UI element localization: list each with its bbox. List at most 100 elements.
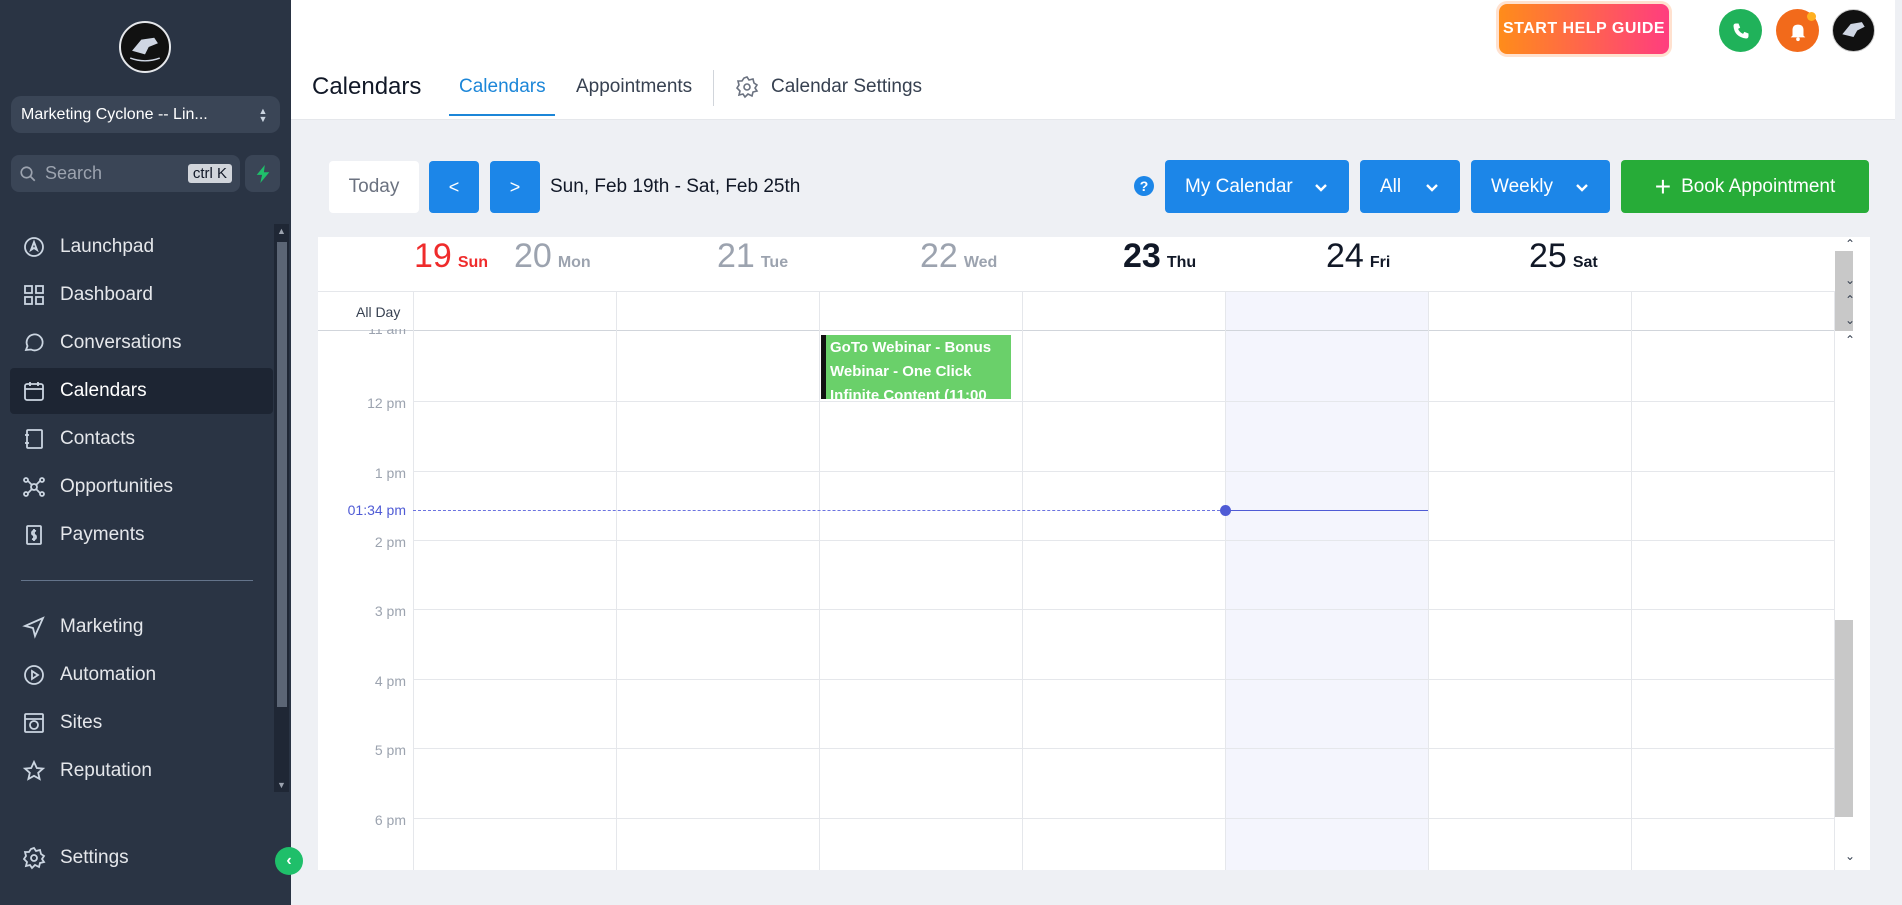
sidebar-item-reputation[interactable]: Reputation [10, 748, 273, 794]
next-week-button[interactable]: > [490, 161, 540, 213]
hour-line [413, 818, 1834, 819]
receipt-icon [26, 525, 42, 545]
sidebar-item-label: Settings [60, 847, 129, 868]
sidebar-item-contacts[interactable]: Contacts [10, 416, 273, 462]
day-name: Fri [1369, 254, 1391, 271]
sidebar: Marketing Cyclone -- Lin... ▲ ▼ Search ct… [0, 0, 291, 905]
hour-line [413, 748, 1834, 749]
day-header-tue[interactable]: 21 Tue [703, 237, 906, 291]
column-divider [616, 291, 617, 870]
scroll-up-icon[interactable]: ⌃ [1835, 237, 1865, 251]
scrollbar-thumb[interactable] [277, 242, 287, 707]
hour-line [413, 401, 1834, 402]
hour-line [413, 679, 1834, 680]
time-label-5pm: 5 pm [374, 742, 406, 758]
contact-book-icon [25, 429, 43, 449]
notification-dot [1807, 12, 1816, 21]
help-question-icon[interactable]: ? [1134, 176, 1154, 196]
day-name: Wed [963, 254, 998, 271]
scroll-up-icon[interactable]: ⌃ [1835, 293, 1865, 307]
current-time-guide [413, 510, 1225, 511]
sidebar-item-label: Automation [60, 664, 157, 685]
notifications-button[interactable] [1776, 9, 1819, 52]
grid-icon [24, 285, 44, 305]
globe-window-icon [24, 713, 44, 733]
send-icon [22, 616, 45, 639]
user-avatar[interactable] [1832, 9, 1875, 52]
date-range: Sun, Feb 19th - Sat, Feb 25th [550, 176, 801, 197]
collapse-sidebar-button[interactable]: ‹ [275, 847, 303, 875]
sidebar-item-label: Calendars [60, 380, 147, 401]
network-icon [23, 477, 45, 497]
day-name: Thu [1166, 254, 1197, 271]
scroll-up-icon[interactable]: ⌃ [1835, 333, 1865, 347]
start-help-guide-button[interactable]: START HELP GUIDE [1499, 4, 1669, 54]
previous-week-button[interactable]: < [429, 161, 479, 213]
day-name: Sun [457, 254, 489, 271]
day-number: 19 [414, 237, 452, 275]
company-logo[interactable] [119, 21, 171, 73]
chevron-updown-icon: ▲ ▼ [258, 105, 268, 124]
calendar-select[interactable]: My Calendar [1165, 160, 1349, 213]
logo-icon [122, 24, 168, 70]
play-circle-icon [24, 665, 44, 685]
view-select[interactable]: Weekly [1471, 160, 1610, 213]
tab-calendar-settings[interactable]: Calendar Settings [735, 75, 922, 99]
sidebar-item-conversations[interactable]: Conversations [10, 320, 273, 366]
sidebar-item-opportunities[interactable]: Opportunities [10, 464, 273, 510]
calendar-scrollbar-thumb[interactable] [1835, 620, 1853, 817]
phone-button[interactable] [1719, 9, 1762, 52]
today-button[interactable]: Today [329, 161, 419, 213]
book-appointment-label: Book Appointment [1681, 175, 1836, 197]
sidebar-item-automation[interactable]: Automation [10, 652, 273, 698]
sidebar-item-label: Payments [60, 524, 145, 545]
time-label-3pm: 3 pm [374, 603, 406, 619]
scroll-down-icon[interactable]: ⌄ [1835, 273, 1865, 287]
sidebar-item-launchpad[interactable]: Launchpad [10, 224, 273, 270]
current-time-dot [1220, 505, 1231, 516]
time-label-text: 11 am [368, 329, 406, 337]
column-divider [1428, 291, 1429, 870]
event-goto-webinar[interactable]: GoTo Webinar - Bonus Webinar - One Click… [821, 335, 1011, 399]
filter-select[interactable]: All [1360, 160, 1460, 213]
search-input[interactable]: Search ctrl K [11, 155, 240, 192]
book-appointment-button[interactable]: + Book Appointment [1621, 160, 1869, 213]
star-icon [22, 759, 46, 781]
sidebar-item-marketing[interactable]: Marketing [10, 604, 273, 650]
calendar-settings-label: Calendar Settings [771, 76, 923, 97]
hour-line [413, 471, 1834, 472]
tab-calendars[interactable]: Calendars [459, 76, 546, 98]
day-header-wed[interactable]: 22 Wed [906, 237, 1109, 291]
sidebar-item-payments[interactable]: Payments [10, 512, 273, 558]
current-time-label: 01:34 pm [347, 502, 406, 518]
chevron-left-icon: ‹ [286, 852, 292, 869]
quick-actions-button[interactable] [245, 155, 280, 192]
sidebar-item-label: Sites [60, 712, 103, 733]
account-switcher[interactable]: Marketing Cyclone -- Lin... ▲ ▼ [11, 96, 280, 133]
today-column [1225, 331, 1428, 870]
current-time-line [1225, 510, 1428, 511]
day-number: 25 [1529, 237, 1567, 275]
sidebar-item-sites[interactable]: Sites [10, 700, 273, 746]
sidebar-scrollbar[interactable]: ▲ ▼ [274, 224, 289, 792]
day-name: Sat [1572, 254, 1598, 271]
all-day-row[interactable]: All Day [318, 291, 1835, 331]
plus-icon: + [1654, 170, 1672, 202]
avatar-icon [1833, 10, 1874, 51]
search-icon [20, 165, 36, 181]
day-header-fri[interactable]: 24 Fri [1312, 237, 1515, 291]
scroll-up-icon[interactable]: ▲ [274, 226, 289, 236]
tab-appointments[interactable]: Appointments [576, 76, 692, 98]
scroll-down-icon[interactable]: ▼ [274, 780, 289, 790]
sidebar-item-label: Reputation [60, 760, 152, 781]
hour-line [413, 609, 1834, 610]
scroll-down-icon[interactable]: ⌄ [1835, 849, 1865, 863]
sidebar-item-settings[interactable]: Settings [10, 835, 273, 881]
day-header-mon[interactable]: 20 Mon [500, 237, 703, 291]
day-header-sat[interactable]: 25 Sat [1515, 237, 1718, 291]
day-number: 20 [514, 237, 552, 275]
scroll-down-icon[interactable]: ⌄ [1835, 313, 1865, 327]
sidebar-item-dashboard[interactable]: Dashboard [10, 272, 273, 318]
day-header-thu[interactable]: 23 Thu [1109, 237, 1312, 291]
sidebar-item-calendars[interactable]: Calendars [10, 368, 273, 414]
